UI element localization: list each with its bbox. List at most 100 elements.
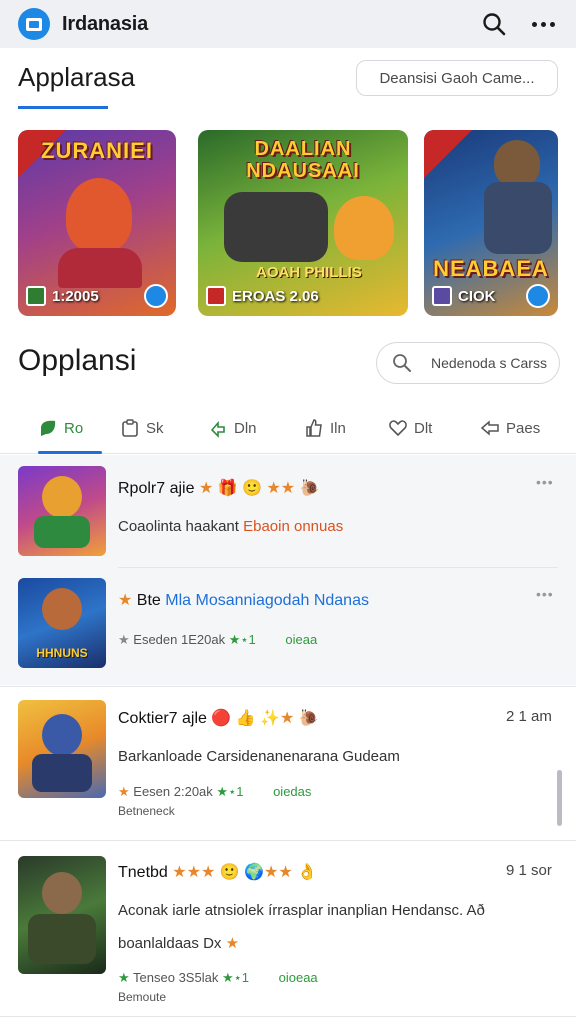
character-body — [58, 248, 142, 288]
app-thumbnail — [18, 466, 106, 556]
more-horizontal-icon[interactable] — [528, 10, 558, 38]
app-logo-icon[interactable] — [18, 8, 50, 40]
description-text: boanlaldaas Dx — [118, 935, 222, 952]
play-button[interactable] — [526, 284, 550, 308]
app-stats: ★ Eesen 2:20ak ★⋆1 oiedas — [118, 784, 312, 799]
tab-ro[interactable]: Ro — [38, 410, 83, 446]
stats-text: Tenseo 3S5lak — [133, 970, 219, 985]
rating-stars: ★⋆1 — [216, 784, 244, 799]
robot-art — [224, 192, 328, 262]
scrollbar[interactable] — [557, 770, 562, 826]
soldier-body-art — [484, 182, 552, 254]
app-subtitle: Bemoute — [118, 990, 167, 1004]
thumbs-up-icon — [306, 419, 322, 437]
rating-stars: ★⋆1 — [228, 632, 256, 647]
tab-dln[interactable]: Dln — [208, 410, 257, 446]
app-description: Aconak iarle atnsiolek írrasplar inanpli… — [118, 902, 485, 919]
tab-label: Dln — [234, 419, 257, 437]
search-icon[interactable] — [480, 10, 508, 38]
tab-dlt[interactable]: Dlt — [388, 410, 432, 446]
app-emoji-tags: 🔴 👍 ✨★ 🐌 — [211, 710, 319, 727]
banner-title: DAALIAN NDAUSAAI — [246, 138, 360, 182]
banner-count: 1:2005 — [52, 287, 99, 305]
clipboard-icon — [122, 419, 138, 437]
section-underline — [18, 106, 108, 109]
rating-stars: ★⋆1 — [221, 970, 249, 985]
app-tag: oieaa — [285, 632, 318, 647]
tab-label: Dlt — [414, 419, 433, 437]
app-name: Coktier7 ajle 🔴 👍 ✨★ 🐌 — [118, 708, 319, 728]
banner-title: NEABAEA — [433, 256, 549, 281]
ribbon-flag — [424, 130, 472, 178]
app-stats: ★ Eseden 1E20ak ★⋆1 oieaa — [118, 632, 318, 647]
app-description: Coaolinta haakant Ebaoin onnuas — [118, 518, 343, 535]
divider — [0, 686, 576, 687]
featured-banner-2[interactable]: DAALIAN NDAUSAAI AOAH PHILLIS EROAS 2.06 — [198, 130, 408, 316]
heart-icon — [389, 420, 407, 437]
app-description-2: boanlaldaas Dx ★ — [118, 935, 240, 952]
banner-count: CIOK — [458, 287, 496, 305]
character-art — [334, 196, 394, 260]
app-thumbnail — [18, 700, 106, 798]
tab-iln[interactable]: Iln — [304, 410, 346, 446]
app-thumbnail: HHNUNS — [18, 578, 106, 668]
app-subtitle: Betneneck — [118, 804, 175, 818]
character-art — [66, 178, 132, 252]
stats-text: Eseden 1E20ak — [133, 632, 226, 647]
share-icon — [480, 420, 499, 436]
app-title: Irdanasia — [62, 13, 149, 35]
search-placeholder: Nedenoda s Carss — [431, 355, 547, 371]
app-stats: ★ Tenseo 3S5lak ★⋆1 oioeaa — [118, 970, 318, 985]
section-title-featured: Applarasa — [18, 62, 136, 92]
featured-banner-1[interactable]: ZURANIEI 1:2005 — [18, 130, 176, 316]
category-tabs: Ro Sk Dln Iln Dlt Paes — [0, 404, 576, 454]
game-mini-icon — [432, 286, 452, 306]
app-name-text: Bte — [136, 592, 161, 609]
app-tag-1: Mla — [165, 592, 192, 609]
more-options-icon[interactable]: ••• — [536, 586, 554, 602]
game-mini-icon — [206, 286, 226, 306]
tab-label: Sk — [146, 419, 164, 437]
banner-title: ZURANIEI — [41, 138, 153, 163]
tab-paes[interactable]: Paes — [480, 410, 540, 446]
play-button[interactable] — [144, 284, 168, 308]
app-name: ★ Bte Mla Mosanniagodah Ndanas — [118, 592, 369, 609]
app-name-text: Coktier7 ajle — [118, 710, 207, 727]
app-emoji-tags: ★ 🎁 🙂 ★★ 🐌 — [198, 480, 320, 497]
app-name: Tnetbd ★★★ 🙂 🌍★★ 👌 — [118, 862, 317, 882]
search-icon — [393, 354, 411, 372]
thumbnail-caption: HHNUNS — [36, 646, 88, 660]
divider — [0, 1016, 576, 1017]
banner-caption: AOAH PHILLIS — [256, 264, 362, 281]
divider — [0, 840, 576, 841]
game-mini-icon — [26, 286, 46, 306]
section-title-apps: Opplansi — [18, 344, 137, 377]
app-thumbnail — [18, 856, 106, 974]
soldier-head-art — [494, 140, 540, 186]
timestamp: 2 1 am — [506, 708, 552, 725]
app-tag-2: Mosanniagodah — [195, 592, 310, 609]
tab-label: Ro — [64, 419, 84, 437]
timestamp: 9 1 sor — [506, 862, 552, 879]
chat-leaf-icon — [41, 420, 56, 436]
description-text: Coaolinta haakant — [118, 518, 239, 535]
app-emoji-tags: ★★★ 🙂 🌍★★ 👌 — [172, 864, 318, 881]
active-tab-indicator — [38, 451, 102, 454]
tab-sk[interactable]: Sk — [120, 410, 164, 446]
apps-search-input[interactable]: Nedenoda s Carss — [376, 342, 560, 384]
refresh-arrow-icon — [210, 420, 225, 438]
app-name-text: Tnetbd — [118, 864, 168, 881]
description-highlight: Ebaoin onnuas — [243, 518, 344, 535]
stats-text: Eesen 2:20ak — [133, 784, 213, 799]
app-tag-3: Ndanas — [313, 592, 369, 609]
tab-label: Iln — [330, 419, 346, 437]
app-name-text: Rpolr7 ajie — [118, 480, 195, 497]
more-options-icon[interactable]: ••• — [536, 474, 554, 490]
featured-banner-3[interactable]: NEABAEA CIOK — [424, 130, 558, 316]
app-tag: oioeaa — [278, 970, 318, 985]
app-bar: Irdanasia — [0, 0, 576, 48]
tab-label: Paes — [506, 419, 541, 437]
featured-search-input[interactable]: Deansisi Gaoh Came... — [356, 60, 558, 96]
app-description: Barkanloade Carsidenanenarana Gudeam — [118, 748, 400, 765]
banner-count: EROAS 2.06 — [232, 287, 319, 305]
